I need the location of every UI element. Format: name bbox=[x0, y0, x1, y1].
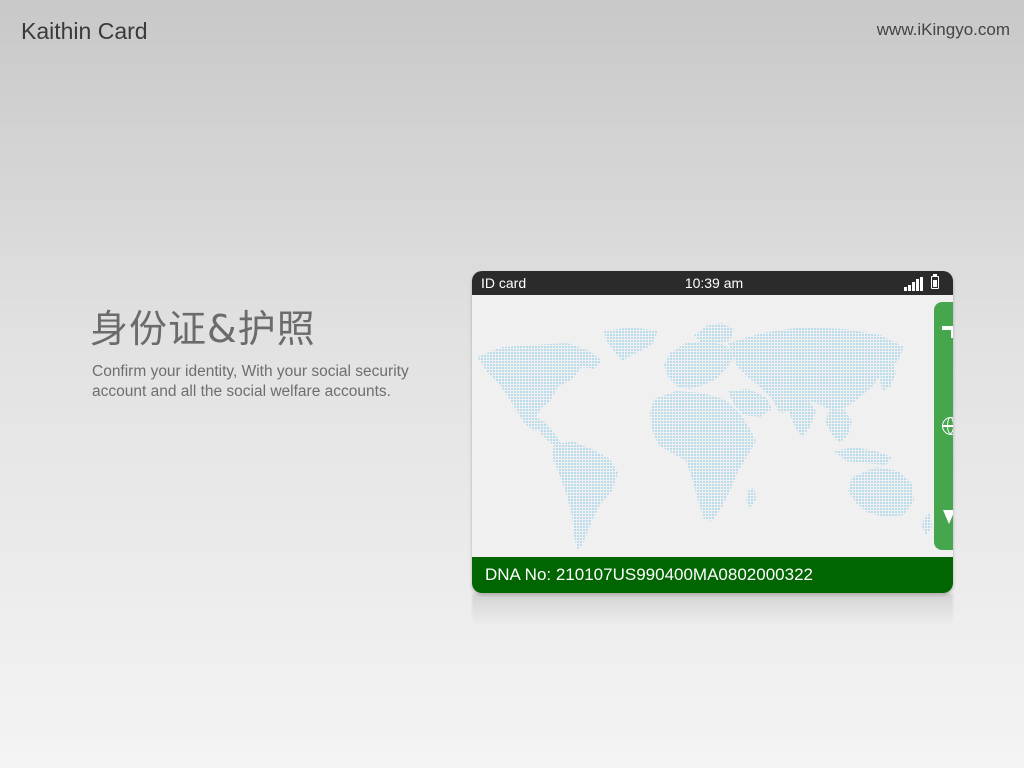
signal-icon bbox=[904, 277, 926, 291]
card-reflection bbox=[472, 594, 953, 626]
id-card-device[interactable]: ID card 10:39 am DNA No: 210107US990400M… bbox=[472, 271, 953, 593]
status-bar: ID card 10:39 am bbox=[472, 271, 953, 295]
world-map bbox=[472, 295, 953, 557]
feature-description: Confirm your identity, With your social … bbox=[92, 363, 409, 400]
site-url[interactable]: www.iKingyo.com bbox=[877, 20, 1010, 40]
chevron-down-icon[interactable] bbox=[943, 510, 953, 524]
world-map-graphic bbox=[477, 323, 932, 551]
pin-icon[interactable] bbox=[942, 326, 953, 338]
feature-title: 身份证&护照 bbox=[90, 307, 316, 351]
brand-title: Kaithin Card bbox=[21, 18, 148, 44]
dna-number: DNA No: 210107US990400MA0802000322 bbox=[485, 565, 813, 584]
side-action-panel[interactable] bbox=[934, 302, 953, 550]
battery-icon bbox=[931, 274, 939, 289]
globe-icon[interactable] bbox=[942, 417, 953, 435]
status-bar-time: 10:39 am bbox=[684, 275, 744, 291]
dna-number-bar: DNA No: 210107US990400MA0802000322 bbox=[472, 557, 953, 593]
